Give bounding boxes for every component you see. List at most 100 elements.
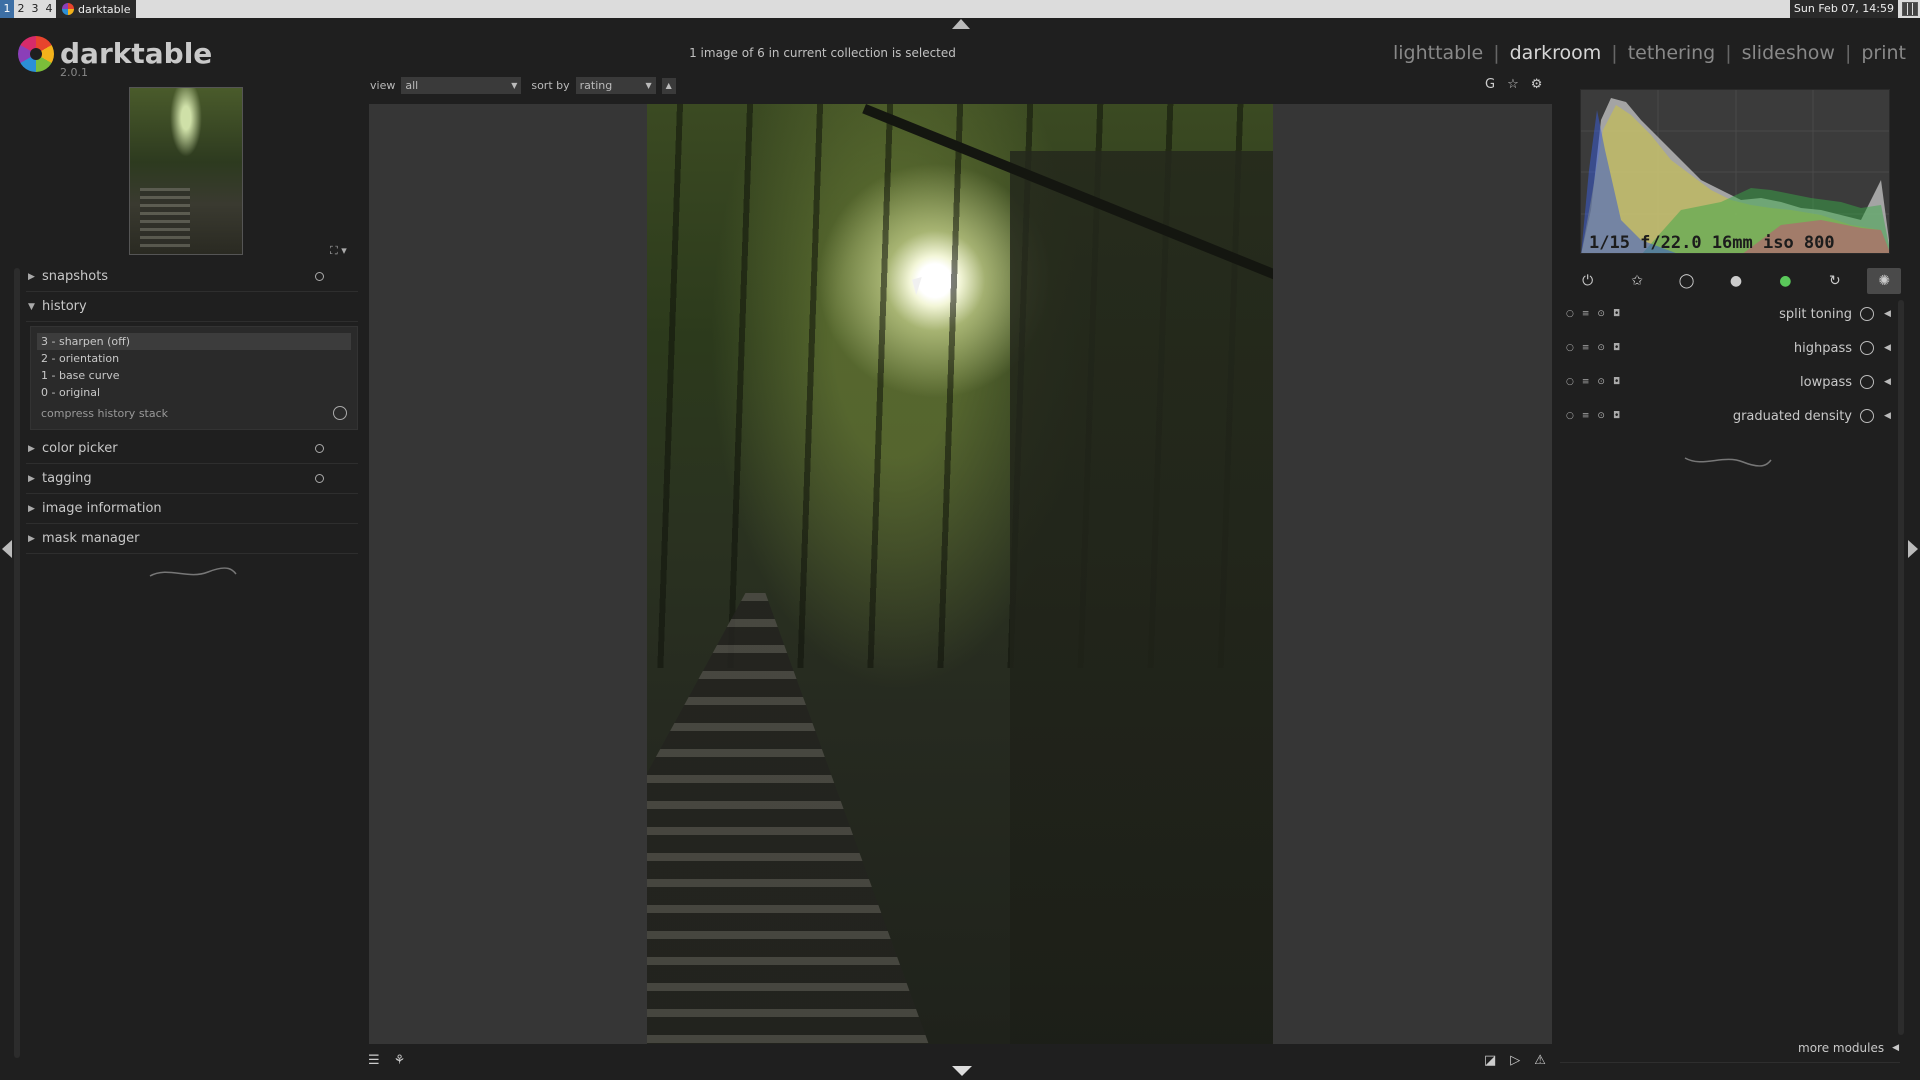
main-image[interactable] <box>647 104 1273 1044</box>
module-name: graduated density <box>1732 408 1852 424</box>
module-split-toning[interactable]: ○ ≡ ⊙ ◘ split toning ◀ <box>1558 297 1898 331</box>
view-lighttable[interactable]: lighttable <box>1393 42 1483 64</box>
window-grid-icon[interactable] <box>1902 2 1918 16</box>
section-label: history <box>42 299 87 314</box>
section-label: snapshots <box>42 269 109 284</box>
view-filter-value: all <box>405 79 419 92</box>
dropdown-arrow-icon: ▼ <box>511 81 518 90</box>
module-lowpass[interactable]: ○ ≡ ⊙ ◘ lowpass ◀ <box>1558 365 1898 399</box>
presets-menu-icon[interactable]: ≡ <box>1582 377 1590 387</box>
grouping-icon[interactable]: G <box>1485 77 1495 92</box>
sort-select[interactable]: rating ▼ <box>575 77 656 94</box>
overexposed-toggle-icon[interactable]: ◪ <box>1484 1053 1496 1068</box>
correct-icon[interactable]: ↻ <box>1818 268 1852 294</box>
sort-label: sort by <box>531 79 570 92</box>
workspace-1[interactable]: 1 <box>0 0 14 18</box>
reset-icon[interactable]: ⊙ <box>1597 309 1605 319</box>
compress-history-button[interactable]: compress history stack <box>41 407 168 420</box>
app-version: 2.0.1 <box>60 66 88 79</box>
collapse-bottom-arrow-icon[interactable] <box>952 1066 972 1076</box>
view-slideshow[interactable]: slideshow <box>1742 42 1835 64</box>
history-item[interactable]: 0 - original <box>37 384 351 401</box>
section-label: tagging <box>42 471 92 486</box>
power-icon[interactable]: ⏻ <box>1571 268 1605 294</box>
left-panel-scrollbar[interactable] <box>14 268 20 1058</box>
history-item[interactable]: 3 - sharpen (off) <box>37 333 351 350</box>
expand-arrow-icon: ▶ <box>28 533 35 544</box>
collapse-right-arrow-icon[interactable] <box>1908 540 1918 558</box>
presets-menu-icon[interactable]: ≡ <box>1582 309 1590 319</box>
more-modules-button[interactable]: more modules ◀ <box>1798 1041 1899 1055</box>
multi-instance-icon[interactable]: ○ <box>1566 377 1574 387</box>
histogram[interactable]: 1/15 f/22.0 16mm iso 800 <box>1580 89 1890 254</box>
reset-icon[interactable]: ⊙ <box>1597 377 1605 387</box>
collapse-arrow-icon: ▼ <box>28 301 35 312</box>
zoom-control-icon[interactable]: ⛶ ▾ <box>330 244 347 258</box>
history-item[interactable]: 2 - orientation <box>37 350 351 367</box>
preferences-gear-icon[interactable]: ⚙ <box>1531 77 1543 92</box>
right-panel-divider <box>1560 1062 1900 1063</box>
create-style-icon[interactable] <box>333 406 347 420</box>
workspace-4[interactable]: 4 <box>42 0 56 18</box>
basic-icon[interactable]: ◯ <box>1670 268 1704 294</box>
section-history[interactable]: ▼ history <box>26 292 358 322</box>
split-toning-icon <box>1860 307 1874 321</box>
view-print[interactable]: print <box>1861 42 1906 64</box>
enable-toggle-icon[interactable]: ◘ <box>1613 411 1620 421</box>
workspace-2[interactable]: 2 <box>14 0 28 18</box>
reset-icon[interactable] <box>315 444 324 453</box>
section-tagging[interactable]: ▶ tagging <box>26 464 358 494</box>
left-panel: ▶ snapshots ▼ history 3 - sharpen (off) … <box>26 262 358 554</box>
section-image-information[interactable]: ▶ image information <box>26 494 358 524</box>
expand-arrow-icon[interactable]: ◀ <box>1884 309 1898 319</box>
enable-toggle-icon[interactable]: ◘ <box>1613 309 1620 319</box>
multi-instance-icon[interactable]: ○ <box>1566 411 1574 421</box>
taskbar-clock: Sun Feb 07, 14:59 <box>1789 0 1898 18</box>
section-snapshots[interactable]: ▶ snapshots <box>26 262 358 292</box>
expand-arrow-icon[interactable]: ◀ <box>1884 343 1898 353</box>
section-mask-manager[interactable]: ▶ mask manager <box>26 524 358 554</box>
multi-instance-icon[interactable]: ○ <box>1566 309 1574 319</box>
tone-icon[interactable]: ● <box>1719 268 1753 294</box>
expand-arrow-icon[interactable]: ◀ <box>1884 411 1898 421</box>
workspace-3[interactable]: 3 <box>28 0 42 18</box>
presets-menu-icon[interactable]: ≡ <box>1582 411 1590 421</box>
quick-access-styles-icon[interactable]: ⚘ <box>394 1053 406 1068</box>
view-separator: | <box>1725 42 1732 64</box>
reset-icon[interactable] <box>315 474 324 483</box>
sort-value: rating <box>579 79 613 92</box>
reset-icon[interactable] <box>315 272 324 281</box>
reset-icon[interactable]: ⊙ <box>1597 343 1605 353</box>
module-name: highpass <box>1793 340 1852 356</box>
view-darkroom[interactable]: darkroom <box>1510 42 1602 64</box>
reset-icon[interactable]: ⊙ <box>1597 411 1605 421</box>
module-graduated-density[interactable]: ○ ≡ ⊙ ◘ graduated density ◀ <box>1558 399 1898 433</box>
workspace-switcher[interactable]: 1 2 3 4 <box>0 0 56 18</box>
enable-toggle-icon[interactable]: ◘ <box>1613 377 1620 387</box>
effect-icon[interactable]: ✺ <box>1867 268 1902 294</box>
view-filter-select[interactable]: all ▼ <box>401 77 522 94</box>
thumbnail-steps <box>140 188 190 248</box>
right-panel-scrollbar[interactable] <box>1898 300 1904 1035</box>
overlay-star-icon[interactable]: ☆ <box>1507 77 1519 92</box>
softproof-toggle-icon[interactable]: ▷ <box>1510 1053 1520 1068</box>
sort-order-icon[interactable]: ▲ <box>661 77 676 94</box>
presets-menu-icon[interactable]: ≡ <box>1582 343 1590 353</box>
taskbar-app-darktable[interactable]: darktable <box>56 0 137 18</box>
quick-access-presets-icon[interactable]: ☰ <box>368 1053 380 1068</box>
view-tethering[interactable]: tethering <box>1628 42 1716 64</box>
navigation-thumbnail[interactable] <box>129 87 243 255</box>
history-list: 3 - sharpen (off) 2 - orientation 1 - ba… <box>30 326 358 430</box>
enable-toggle-icon[interactable]: ◘ <box>1613 343 1620 353</box>
collapse-left-arrow-icon[interactable] <box>2 540 12 558</box>
collapse-top-arrow-icon[interactable] <box>952 19 970 29</box>
section-label: mask manager <box>42 531 140 546</box>
expand-arrow-icon[interactable]: ◀ <box>1884 377 1898 387</box>
color-icon[interactable]: ● <box>1768 268 1802 294</box>
module-highpass[interactable]: ○ ≡ ⊙ ◘ highpass ◀ <box>1558 331 1898 365</box>
multi-instance-icon[interactable]: ○ <box>1566 343 1574 353</box>
section-color-picker[interactable]: ▶ color picker <box>26 434 358 464</box>
history-item[interactable]: 1 - base curve <box>37 367 351 384</box>
gamut-check-icon[interactable]: ⚠ <box>1534 1053 1546 1068</box>
favorite-icon[interactable]: ✩ <box>1620 268 1654 294</box>
